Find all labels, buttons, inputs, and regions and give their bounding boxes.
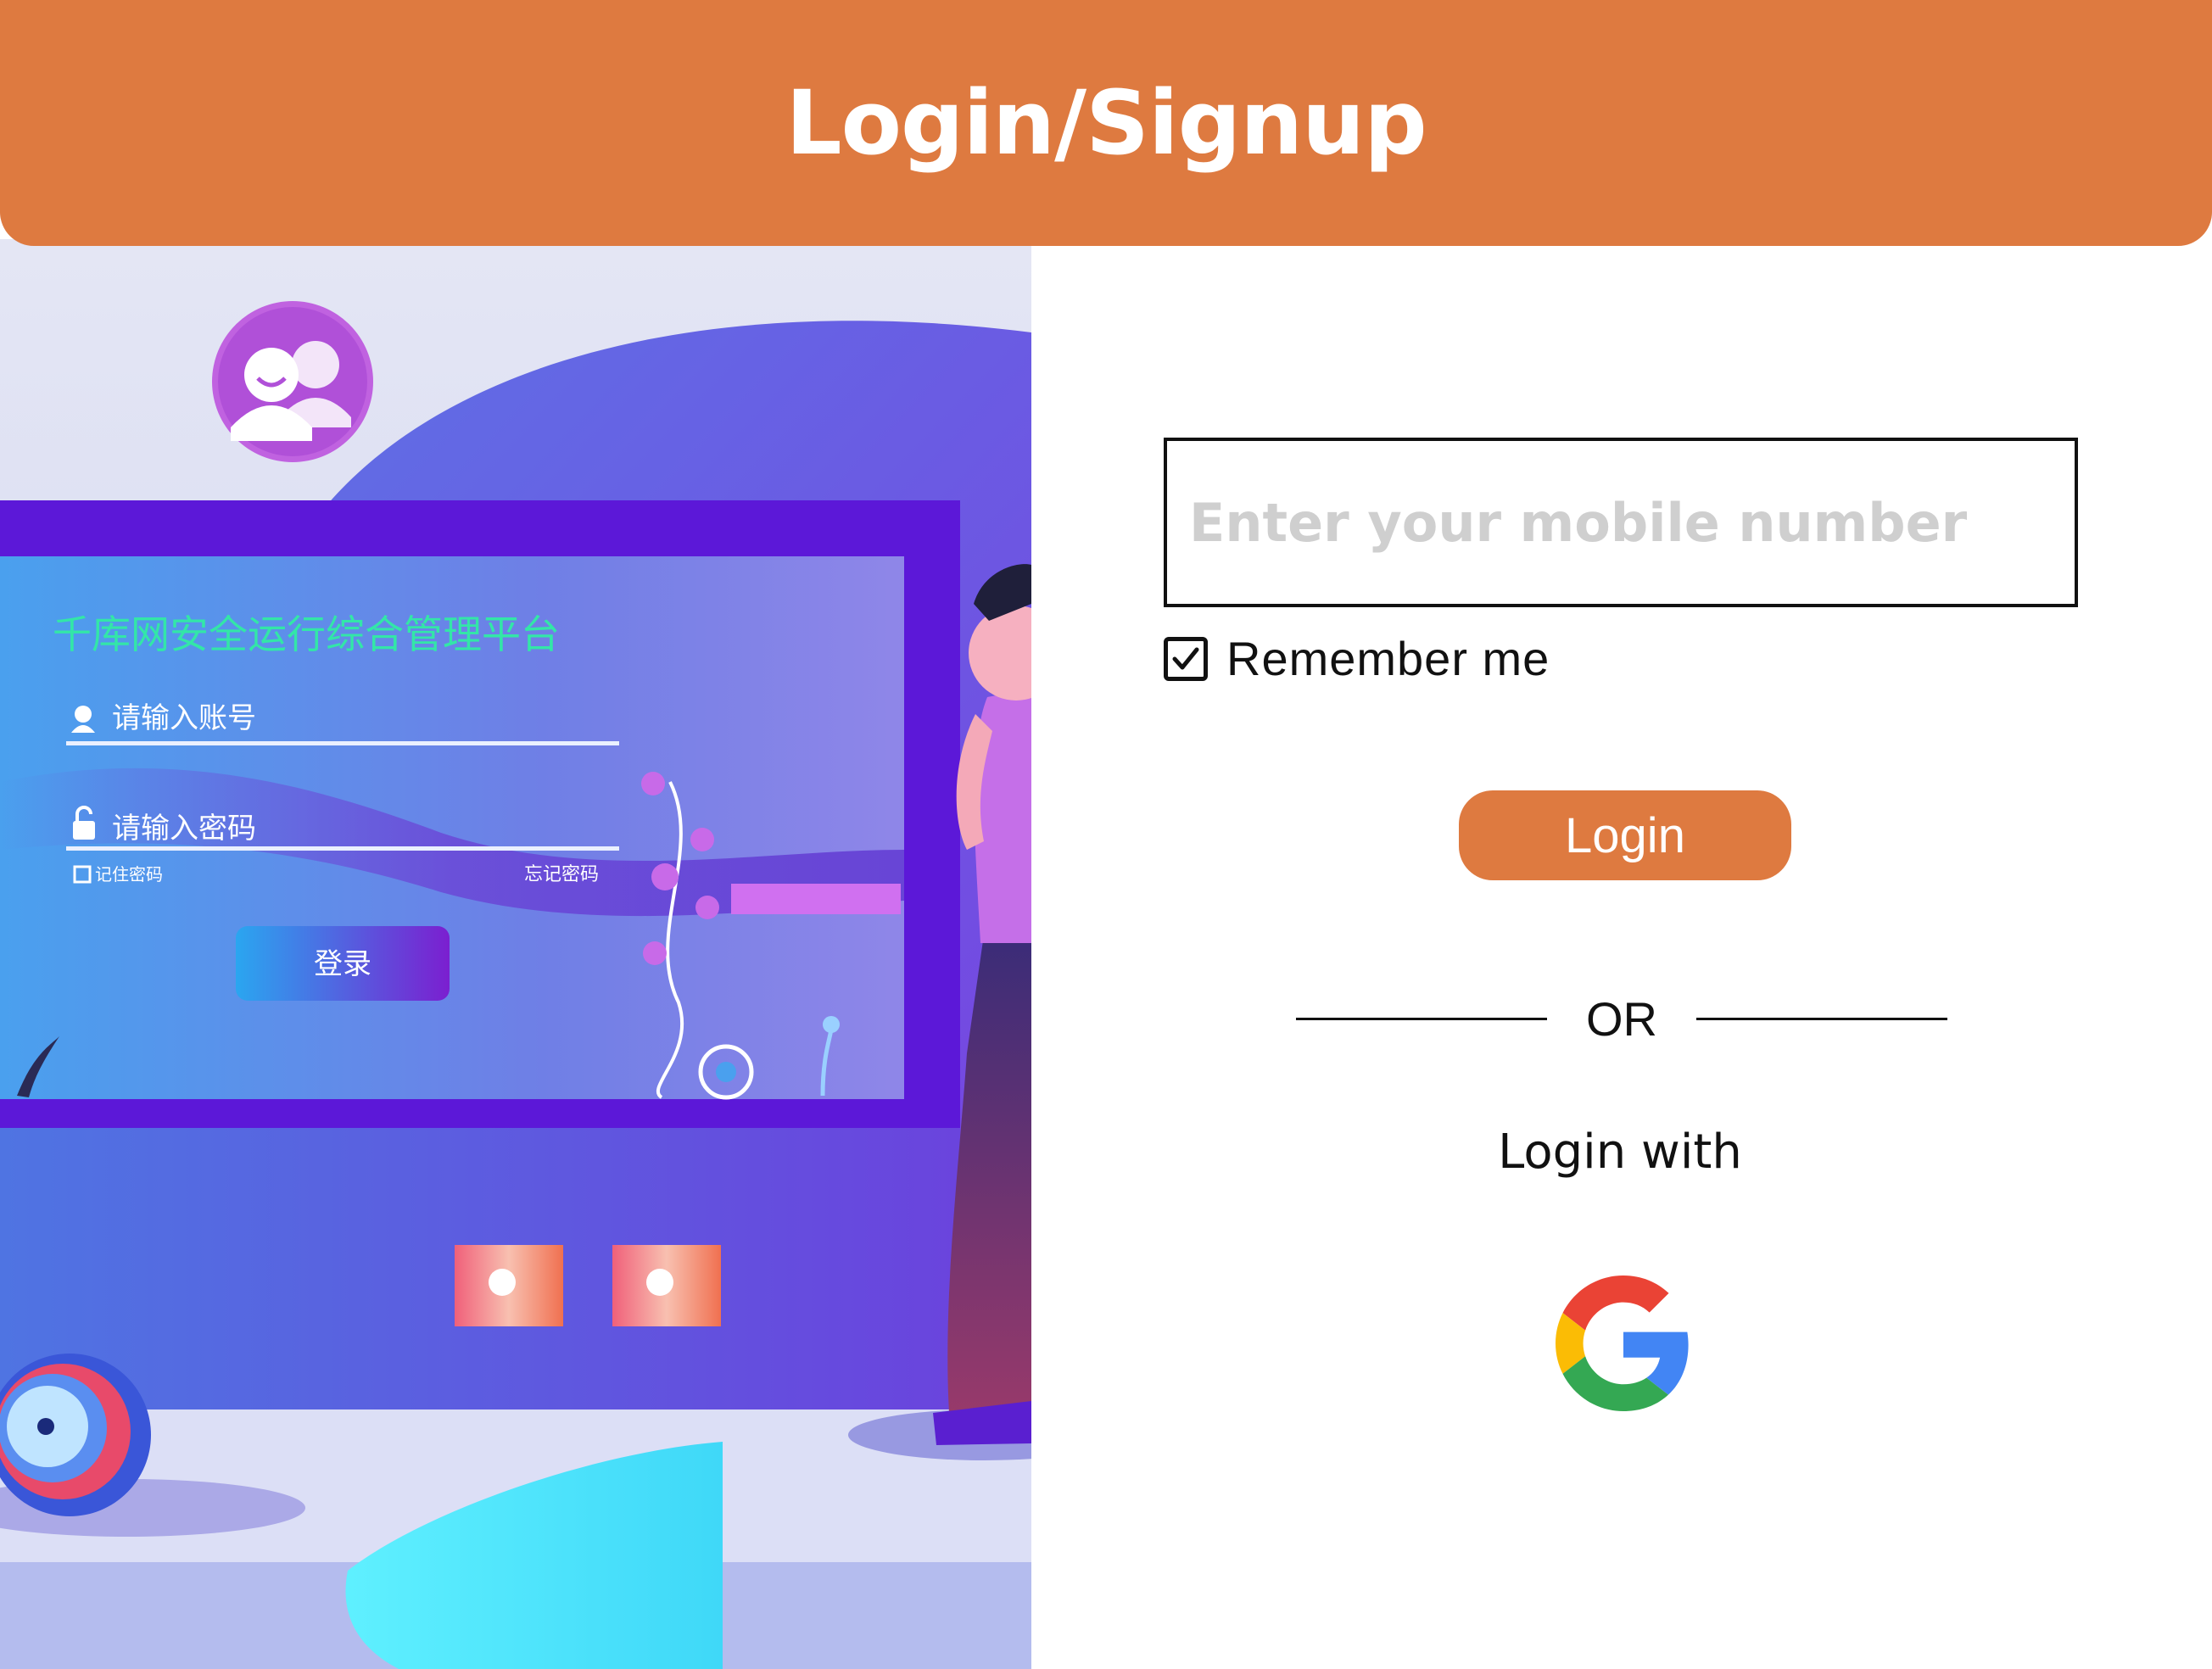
screen-title: 千库网安全运行综合管理平台 xyxy=(53,611,560,657)
or-divider: OR xyxy=(1296,989,1947,1048)
login-illustration: 千库网安全运行综合管理平台 请输入账号 请输入密码 记住密码 忘记密码 登录 xyxy=(0,239,1031,1669)
login-page: Login/Signup 千库网安全运行综合管理平台 请输入账号 请输入密码 记… xyxy=(0,0,2212,1669)
divider-line-right xyxy=(1696,1017,1947,1020)
remember-password-label: 记住密码 xyxy=(95,864,163,885)
login-with-label: Login with xyxy=(1498,1125,1742,1180)
login-button[interactable]: Login xyxy=(1459,790,1791,880)
checkmark-icon xyxy=(1172,647,1199,669)
google-icon xyxy=(1556,1275,1689,1411)
or-label: OR xyxy=(1586,991,1657,1046)
illustration-login-label: 登录 xyxy=(314,947,371,981)
page-title: Login/Signup xyxy=(785,71,1427,175)
remember-me-label: Remember me xyxy=(1226,632,1550,685)
remember-me-checkbox[interactable] xyxy=(1164,636,1208,681)
username-placeholder: 请输入账号 xyxy=(112,701,256,735)
remember-me-row[interactable]: Remember me xyxy=(1164,631,1550,686)
google-login-button[interactable] xyxy=(1556,1275,1691,1411)
mobile-number-input[interactable] xyxy=(1164,438,2078,607)
forgot-password-label: 忘记密码 xyxy=(524,864,599,885)
password-placeholder: 请输入密码 xyxy=(112,812,256,846)
people-icon xyxy=(212,301,373,462)
divider-line-left xyxy=(1296,1017,1547,1020)
header-bar: Login/Signup xyxy=(0,0,2212,246)
